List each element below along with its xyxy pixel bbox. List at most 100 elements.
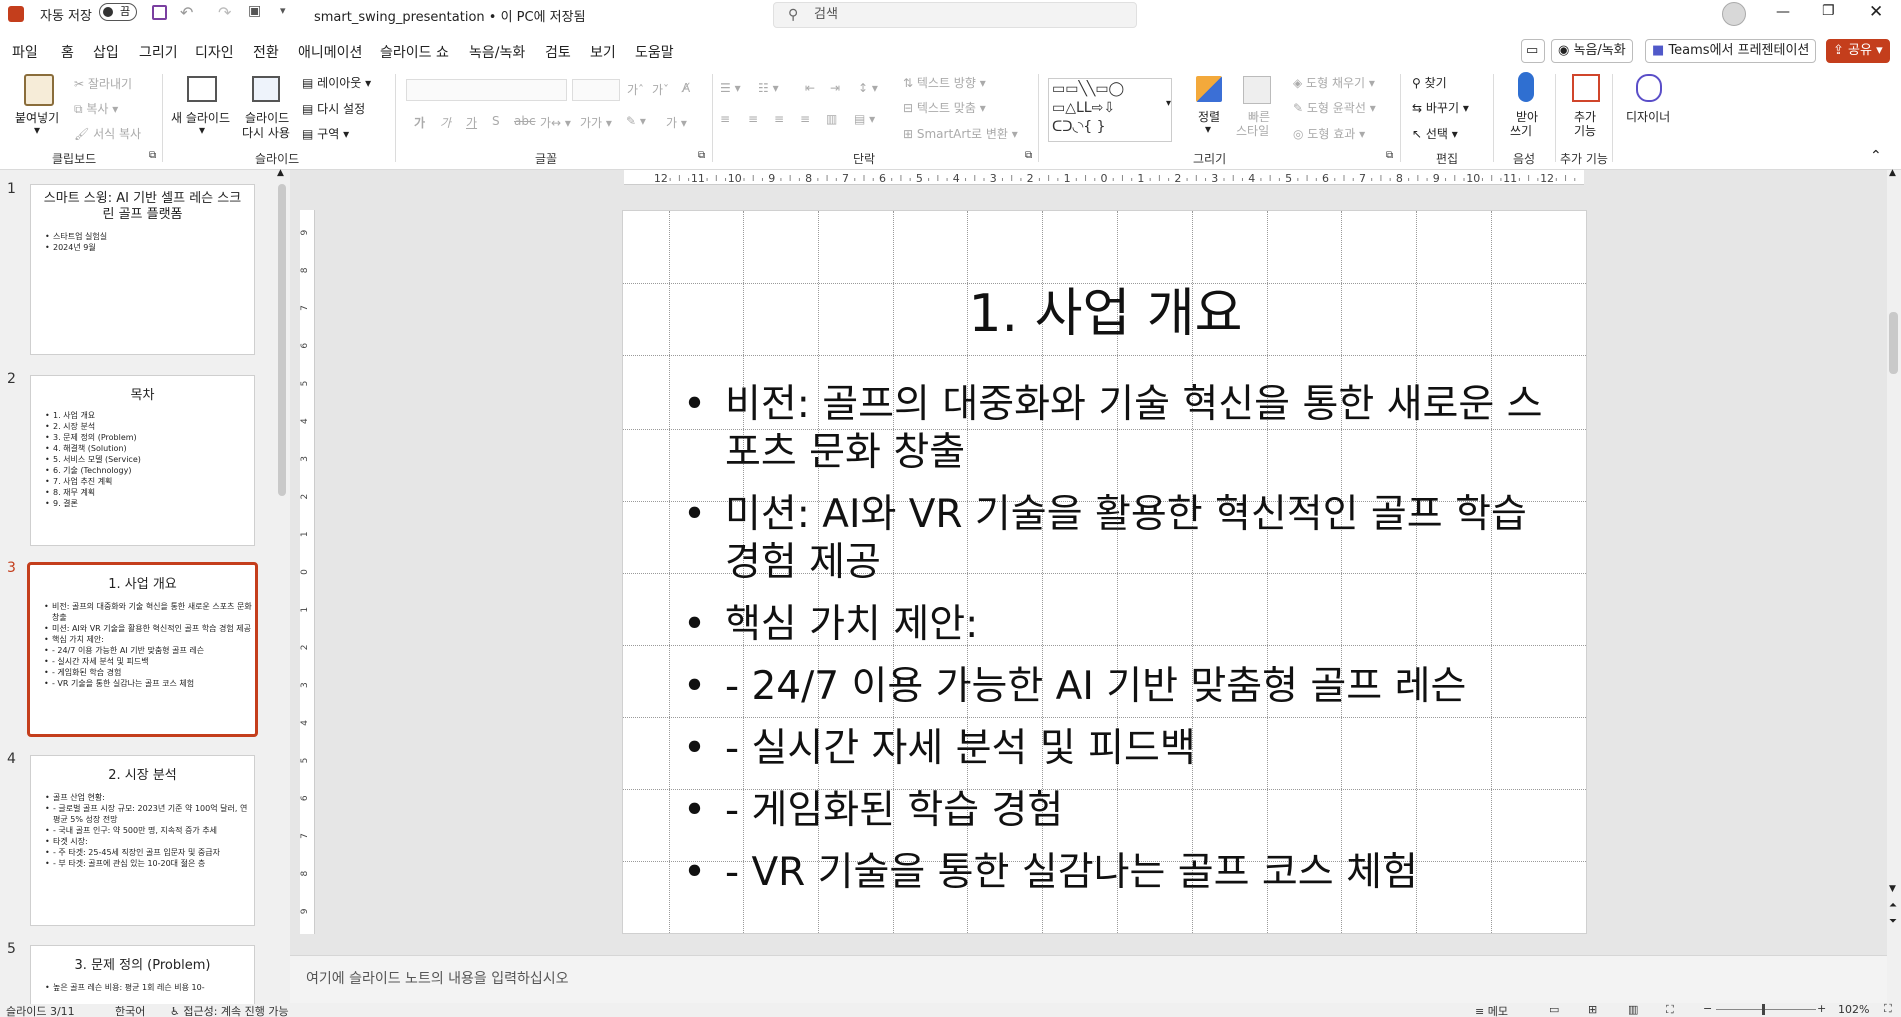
minimize-icon[interactable]: —: [1776, 4, 1790, 20]
vertical-ruler[interactable]: 9 8 7 6 5 4 3 2 1 0 1 2 3 4 5 6 7 8 9: [300, 210, 315, 934]
collapse-ribbon-icon[interactable]: ⌃: [1870, 148, 1882, 164]
designer-label[interactable]: 디자이너: [1626, 108, 1670, 125]
qat-customize-icon[interactable]: ▾: [280, 4, 286, 17]
shapes-gallery[interactable]: ▭▭╲╲▭◯ ▭△ᒪᒪ⇨⇩ ᑕᑐ◟◝{ }: [1048, 78, 1172, 142]
reuse-slides-label-2[interactable]: 다시 사용: [242, 124, 290, 141]
decrease-indent-icon[interactable]: ⇤: [805, 81, 815, 95]
quick-styles-label-2[interactable]: 스타일: [1236, 122, 1269, 139]
previous-slide-icon[interactable]: ⏶: [1889, 900, 1897, 911]
clear-format-icon[interactable]: A̸: [682, 81, 690, 95]
underline-icon[interactable]: 가: [466, 114, 477, 131]
slide-canvas[interactable]: 1. 사업 개요 비전: 골프의 대중화와 기술 혁신을 통한 새로운 스포츠 …: [622, 210, 1587, 934]
slide-thumbnail-selected[interactable]: 1. 사업 개요 비전: 골프의 대중화와 기술 혁신을 통한 새로운 스포츠 …: [27, 562, 258, 737]
autosave-toggle[interactable]: 끔: [99, 3, 137, 21]
fit-to-window-icon[interactable]: ⛶: [1884, 1002, 1892, 1016]
increase-font-icon[interactable]: 가ˆ: [627, 81, 644, 98]
font-size-dropdown[interactable]: [572, 79, 620, 101]
smartart-button[interactable]: ⊞ SmartArt로 변환 ▾: [903, 125, 1018, 142]
distribute-icon[interactable]: ▥: [826, 112, 837, 126]
shape-fill-button[interactable]: ◈ 도형 채우기 ▾: [1293, 74, 1375, 91]
thumbnail-scroll-up-icon[interactable]: ▲: [277, 168, 284, 178]
bullets-icon[interactable]: ☰ ▾: [720, 81, 741, 95]
addins-label-2[interactable]: 기능: [1574, 122, 1596, 139]
shape-outline-button[interactable]: ✎ 도형 윤곽선 ▾: [1293, 99, 1376, 116]
zoom-slider[interactable]: [1716, 1009, 1816, 1010]
clipboard-launcher-icon[interactable]: ⧉: [149, 150, 156, 161]
thumbnail-scrollbar[interactable]: [278, 184, 286, 496]
tab-insert[interactable]: 삽입: [93, 42, 119, 62]
shadow-icon[interactable]: S: [492, 114, 500, 128]
section-button[interactable]: ▤ 구역 ▾: [302, 125, 349, 142]
new-slide-dropdown-icon[interactable]: ▾: [199, 123, 205, 137]
find-button[interactable]: ⚲ 찾기: [1412, 74, 1447, 91]
normal-view-icon[interactable]: ▭: [1549, 1003, 1559, 1016]
slide-body-placeholder[interactable]: 비전: 골프의 대중화와 기술 혁신을 통한 새로운 스포츠 문화 창출 미션:…: [683, 381, 1543, 911]
reuse-slides-icon[interactable]: [252, 76, 280, 102]
reset-button[interactable]: ▤ 다시 설정: [302, 100, 365, 117]
char-spacing-icon[interactable]: 가↔ ▾: [540, 114, 571, 131]
new-slide-icon[interactable]: [187, 76, 217, 102]
dictate-label-2[interactable]: 쓰기: [1510, 122, 1532, 139]
tab-file[interactable]: 파일: [12, 42, 38, 62]
decrease-font-icon[interactable]: 가ˇ: [652, 81, 669, 98]
editor-scrollbar-thumb[interactable]: [1889, 312, 1898, 374]
font-family-dropdown[interactable]: [406, 79, 567, 101]
columns-icon[interactable]: ≡: [720, 112, 730, 126]
tab-transitions[interactable]: 전환: [253, 42, 279, 62]
drawing-launcher-icon[interactable]: ⧉: [1386, 150, 1393, 161]
paste-dropdown-icon[interactable]: ▾: [34, 123, 40, 137]
align-center-icon[interactable]: ≡: [748, 112, 758, 126]
editor-scroll-up-icon[interactable]: ▲: [1889, 168, 1896, 178]
shape-effects-button[interactable]: ◎ 도형 효과 ▾: [1293, 125, 1365, 142]
record-button[interactable]: ◉ 녹음/녹화: [1551, 39, 1633, 63]
share-button[interactable]: ⇪ 공유 ▾: [1826, 39, 1890, 63]
slide-thumbnail[interactable]: 2. 시장 분석 골프 산업 현황: - 글로벌 골프 시장 규모: 2023년…: [30, 755, 255, 926]
slide-sorter-icon[interactable]: ⊞: [1588, 1003, 1597, 1016]
reading-view-icon[interactable]: ▥: [1628, 1003, 1638, 1016]
tab-help[interactable]: 도움말: [635, 42, 674, 62]
accessibility-status[interactable]: ♿ 접근성: 계속 진행 가능: [170, 1003, 289, 1017]
zoom-level[interactable]: 102%: [1838, 1003, 1869, 1016]
select-button[interactable]: ↖ 선택 ▾: [1412, 125, 1458, 142]
bold-icon[interactable]: 가: [414, 114, 425, 131]
notes-pane[interactable]: 여기에 슬라이드 노트의 내용을 입력하십시오: [290, 955, 1887, 1003]
tab-draw[interactable]: 그리기: [139, 42, 178, 62]
tab-animations[interactable]: 애니메이션: [298, 42, 362, 62]
account-avatar[interactable]: [1722, 2, 1746, 26]
comments-button[interactable]: ▭: [1521, 39, 1545, 63]
teams-present-button[interactable]: ■ Teams에서 프레젠테이션: [1645, 39, 1817, 63]
quick-styles-icon[interactable]: [1243, 76, 1271, 104]
slide-thumbnail[interactable]: 스마트 스윙: AI 기반 셀프 레슨 스크린 골프 플랫폼 스타트업 실험실 …: [30, 184, 255, 355]
text-direction-button[interactable]: ⇅ 텍스트 방향 ▾: [903, 74, 986, 91]
line-spacing-icon[interactable]: ↕ ▾: [858, 81, 878, 95]
slide-title[interactable]: 1. 사업 개요: [623, 271, 1586, 346]
tab-slideshow[interactable]: 슬라이드 쇼: [380, 42, 449, 62]
paste-icon[interactable]: [24, 74, 54, 106]
increase-indent-icon[interactable]: ⇥: [830, 81, 840, 95]
tab-recording[interactable]: 녹음/녹화: [469, 42, 525, 62]
format-painter-button[interactable]: 🖌 서식 복사: [74, 125, 141, 142]
slide-thumbnail[interactable]: 목차 1. 사업 개요 2. 시장 분석 3. 문제 정의 (Problem) …: [30, 375, 255, 546]
zoom-out-icon[interactable]: −: [1703, 1002, 1712, 1015]
zoom-in-icon[interactable]: +: [1817, 1002, 1826, 1015]
microphone-icon[interactable]: [1518, 72, 1534, 102]
designer-icon[interactable]: [1636, 74, 1662, 102]
next-slide-icon[interactable]: ⏷: [1889, 916, 1897, 927]
addins-icon[interactable]: [1572, 74, 1600, 102]
justify-icon[interactable]: ≡: [800, 112, 810, 126]
italic-icon[interactable]: 가: [440, 114, 451, 131]
shapes-more-icon[interactable]: ▾: [1166, 98, 1171, 109]
font-color-icon[interactable]: 가 ▾: [666, 114, 687, 131]
cut-button[interactable]: ✂ 잘라내기: [74, 75, 132, 92]
zoom-slider-thumb[interactable]: [1762, 1004, 1765, 1015]
strikethrough-icon[interactable]: abc: [514, 114, 536, 128]
paragraph-launcher-icon[interactable]: ⧉: [1025, 150, 1032, 161]
tab-view[interactable]: 보기: [590, 42, 616, 62]
tab-home[interactable]: 홈: [61, 42, 74, 69]
slide-thumbnail[interactable]: 3. 문제 정의 (Problem) 높은 골프 레슨 비용: 평균 1회 레슨…: [30, 945, 255, 1004]
align-text-button[interactable]: ⊟ 텍스트 맞춤 ▾: [903, 99, 986, 116]
notes-toggle[interactable]: ≡ 메모: [1475, 1003, 1508, 1017]
close-icon[interactable]: ✕: [1869, 2, 1883, 22]
present-from-start-icon[interactable]: ▣: [248, 3, 261, 19]
numbering-icon[interactable]: ☷ ▾: [758, 81, 779, 95]
